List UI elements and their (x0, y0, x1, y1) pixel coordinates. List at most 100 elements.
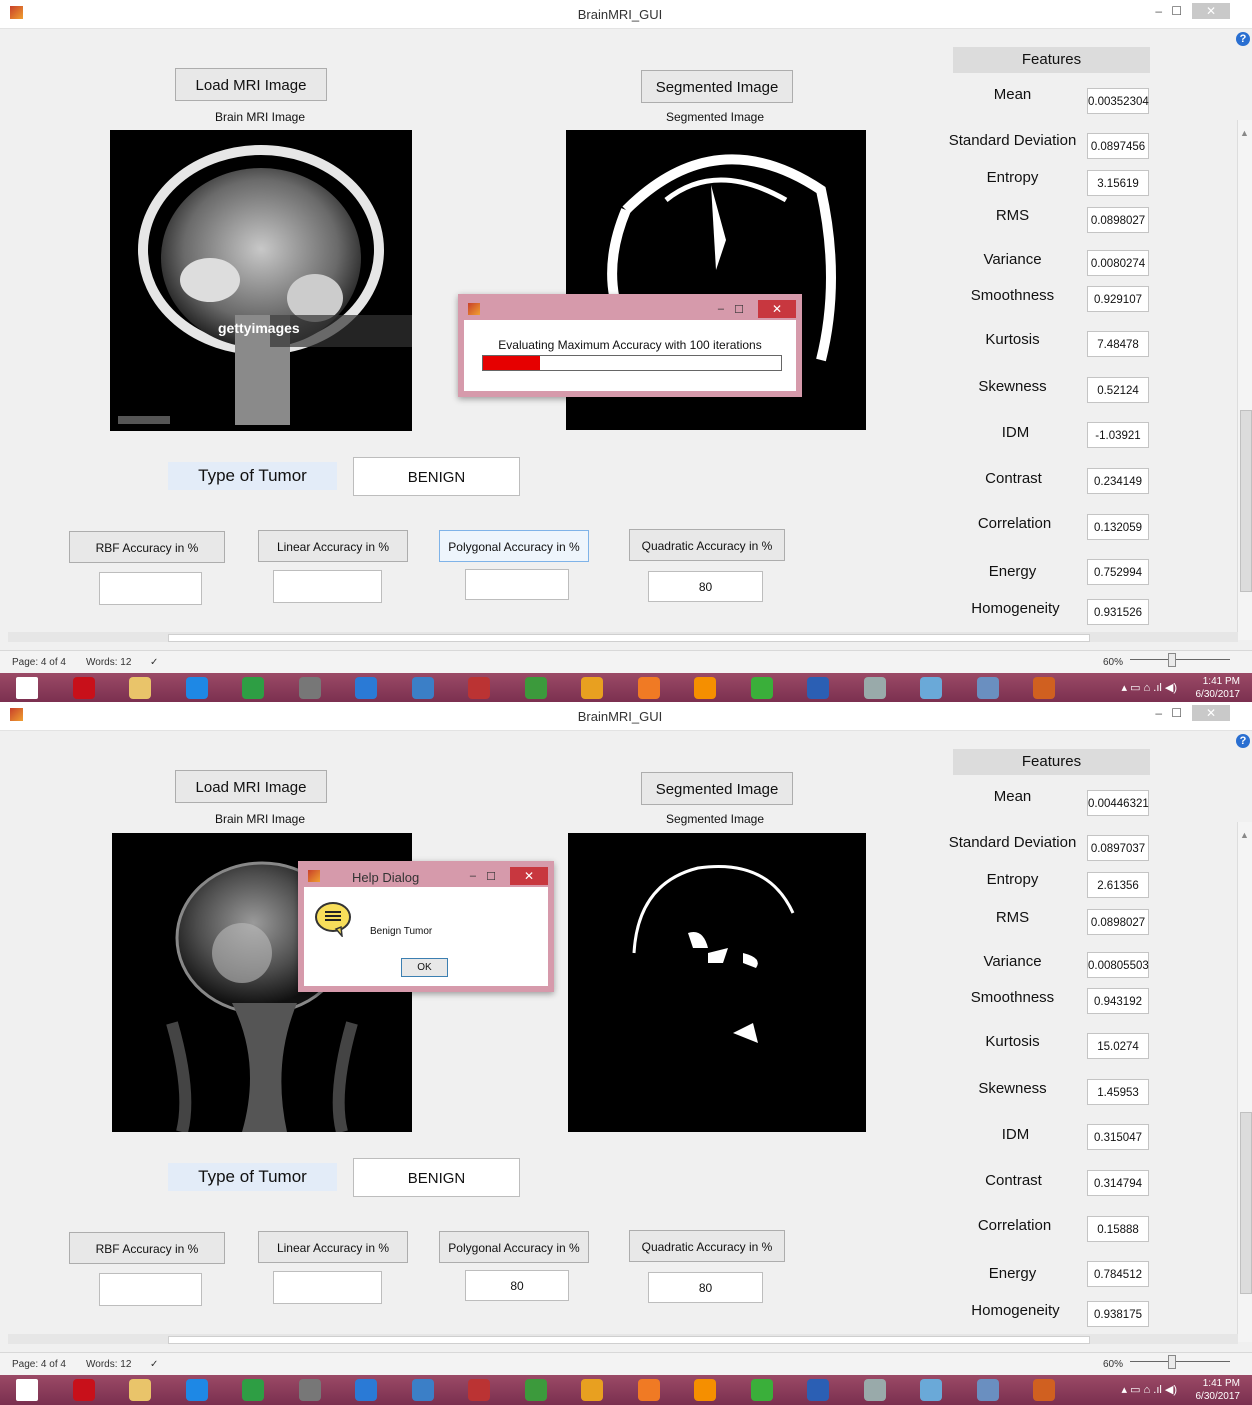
maximize-button[interactable]: ☐ (1171, 4, 1182, 18)
segmented-image-button[interactable]: Segmented Image (641, 772, 793, 805)
feature-value-skewness[interactable]: 0.52124 (1087, 377, 1149, 403)
feature-value-skewness[interactable]: 1.45953 (1087, 1079, 1149, 1105)
dialog-close-button[interactable]: ✕ (510, 867, 548, 885)
matlab-icon[interactable] (1033, 677, 1055, 699)
feature-value-smoothness[interactable]: 0.929107 (1087, 286, 1149, 312)
sound-recorder-icon[interactable] (468, 677, 490, 699)
feature-value-std[interactable]: 0.0897456 (1087, 133, 1149, 159)
feature-value-entropy[interactable]: 2.61356 (1087, 872, 1149, 898)
chat-icon[interactable] (750, 677, 773, 699)
quadratic-accuracy-button[interactable]: Quadratic Accuracy in % (629, 1230, 785, 1262)
feature-value-entropy[interactable]: 3.15619 (1087, 170, 1149, 196)
help-icon[interactable]: ? (1236, 32, 1250, 46)
feature-value-homogeneity[interactable]: 0.938175 (1087, 1301, 1149, 1327)
matlab-icon[interactable] (1033, 1379, 1055, 1401)
snipping-tool-icon[interactable] (863, 1379, 886, 1401)
feature-value-std[interactable]: 0.0897037 (1087, 835, 1149, 861)
word-count[interactable]: Words: 12 (86, 1359, 131, 1370)
feature-value-idm[interactable]: 0.315047 (1087, 1124, 1149, 1150)
chrome-icon[interactable] (581, 677, 603, 699)
chrome-icon[interactable] (581, 1379, 603, 1401)
snipping-tool-icon[interactable] (863, 677, 886, 699)
feature-value-kurtosis[interactable]: 15.0274 (1087, 1033, 1149, 1059)
dialog-maximize-button[interactable]: ☐ (734, 303, 744, 316)
word-count[interactable]: Words: 12 (86, 657, 131, 668)
segmented-image-button[interactable]: Segmented Image (641, 70, 793, 103)
file-explorer-icon[interactable] (129, 1379, 151, 1401)
photo-viewer-icon[interactable] (920, 1379, 942, 1401)
quadratic-accuracy-button[interactable]: Quadratic Accuracy in % (629, 529, 785, 561)
system-tray[interactable]: ▴ ▭ ⌂ .ıl ◀) (1122, 681, 1177, 694)
minimize-button[interactable]: – (1155, 706, 1162, 720)
file-explorer-icon[interactable] (129, 677, 151, 699)
linear-accuracy-field[interactable] (273, 570, 382, 603)
zoom-level[interactable]: 60% (1103, 657, 1123, 668)
windows-start-icon[interactable] (16, 1379, 38, 1401)
scroll-up-icon[interactable]: ▲ (1240, 128, 1249, 138)
network-icon[interactable] (298, 1379, 321, 1401)
feature-value-correlation[interactable]: 0.15888 (1087, 1216, 1149, 1242)
word-icon[interactable] (807, 1379, 829, 1401)
word-icon[interactable] (807, 677, 829, 699)
windows-start-icon[interactable] (16, 677, 38, 699)
zoom-level[interactable]: 60% (1103, 1359, 1123, 1370)
help-icon[interactable]: ? (1236, 734, 1250, 748)
vlc-icon[interactable] (694, 1379, 716, 1401)
taskbar-clock[interactable]: 1:41 PM 6/30/2017 (1196, 675, 1241, 701)
rbf-accuracy-field[interactable] (99, 572, 202, 605)
photos-icon[interactable] (976, 1379, 999, 1401)
scrollbar[interactable]: ▲ (1237, 120, 1252, 640)
sound-recorder-icon[interactable] (468, 1379, 490, 1401)
dialog-minimize-button[interactable]: – (470, 870, 476, 882)
dialog-maximize-button[interactable]: ☐ (486, 870, 496, 883)
media-player-icon[interactable] (355, 677, 377, 699)
minimize-button[interactable]: – (1155, 4, 1162, 18)
close-button[interactable]: ✕ (1192, 705, 1230, 721)
music-icon[interactable] (524, 1379, 547, 1401)
polygonal-accuracy-field[interactable] (465, 569, 569, 600)
system-tray[interactable]: ▴ ▭ ⌂ .ıl ◀) (1122, 1383, 1177, 1396)
load-mri-button[interactable]: Load MRI Image (175, 68, 327, 101)
linear-accuracy-button[interactable]: Linear Accuracy in % (258, 1231, 408, 1263)
feature-value-variance[interactable]: 0.0080274 (1087, 250, 1149, 276)
dialog-minimize-button[interactable]: – (718, 303, 724, 315)
store-icon[interactable] (242, 1379, 264, 1401)
taskbar-clock[interactable]: 1:41 PM 6/30/2017 (1196, 1377, 1241, 1403)
proofing-icon[interactable]: ✓ (150, 657, 158, 668)
feature-value-energy[interactable]: 0.752994 (1087, 559, 1149, 585)
feature-value-mean[interactable]: 0.00352304 (1087, 88, 1149, 114)
feature-value-mean[interactable]: 0.00446321 (1087, 790, 1149, 816)
quadratic-accuracy-field[interactable]: 80 (648, 1272, 763, 1303)
video-icon[interactable] (411, 677, 434, 699)
vlc-icon[interactable] (694, 677, 716, 699)
feature-value-variance[interactable]: 0.00805503 (1087, 952, 1149, 978)
feature-value-idm[interactable]: -1.03921 (1087, 422, 1149, 448)
close-button[interactable]: ✕ (1192, 3, 1230, 19)
photo-viewer-icon[interactable] (920, 677, 942, 699)
maximize-button[interactable]: ☐ (1171, 706, 1182, 720)
internet-explorer-icon[interactable] (185, 1379, 208, 1401)
feature-value-contrast[interactable]: 0.314794 (1087, 1170, 1149, 1196)
feature-value-energy[interactable]: 0.784512 (1087, 1261, 1149, 1287)
feature-value-correlation[interactable]: 0.132059 (1087, 514, 1149, 540)
feature-value-kurtosis[interactable]: 7.48478 (1087, 331, 1149, 357)
scroll-thumb[interactable] (1240, 410, 1252, 592)
network-icon[interactable] (298, 677, 321, 699)
page-count[interactable]: Page: 4 of 4 (12, 1359, 66, 1370)
store-icon[interactable] (242, 677, 264, 699)
rbf-accuracy-field[interactable] (99, 1273, 202, 1306)
rbf-accuracy-button[interactable]: RBF Accuracy in % (69, 1232, 225, 1264)
linear-accuracy-button[interactable]: Linear Accuracy in % (258, 530, 408, 562)
polygonal-accuracy-button[interactable]: Polygonal Accuracy in % (439, 530, 589, 562)
quadratic-accuracy-field[interactable]: 80 (648, 571, 763, 602)
media-player-icon[interactable] (355, 1379, 377, 1401)
video-icon[interactable] (411, 1379, 434, 1401)
uc-browser-icon[interactable] (637, 677, 660, 699)
scroll-track[interactable] (168, 1336, 1090, 1344)
feature-value-smoothness[interactable]: 0.943192 (1087, 988, 1149, 1014)
scrollbar[interactable]: ▲ (1237, 822, 1252, 1342)
ok-button[interactable]: OK (401, 958, 448, 977)
photos-icon[interactable] (976, 677, 999, 699)
page-count[interactable]: Page: 4 of 4 (12, 657, 66, 668)
polygonal-accuracy-button[interactable]: Polygonal Accuracy in % (439, 1231, 589, 1263)
